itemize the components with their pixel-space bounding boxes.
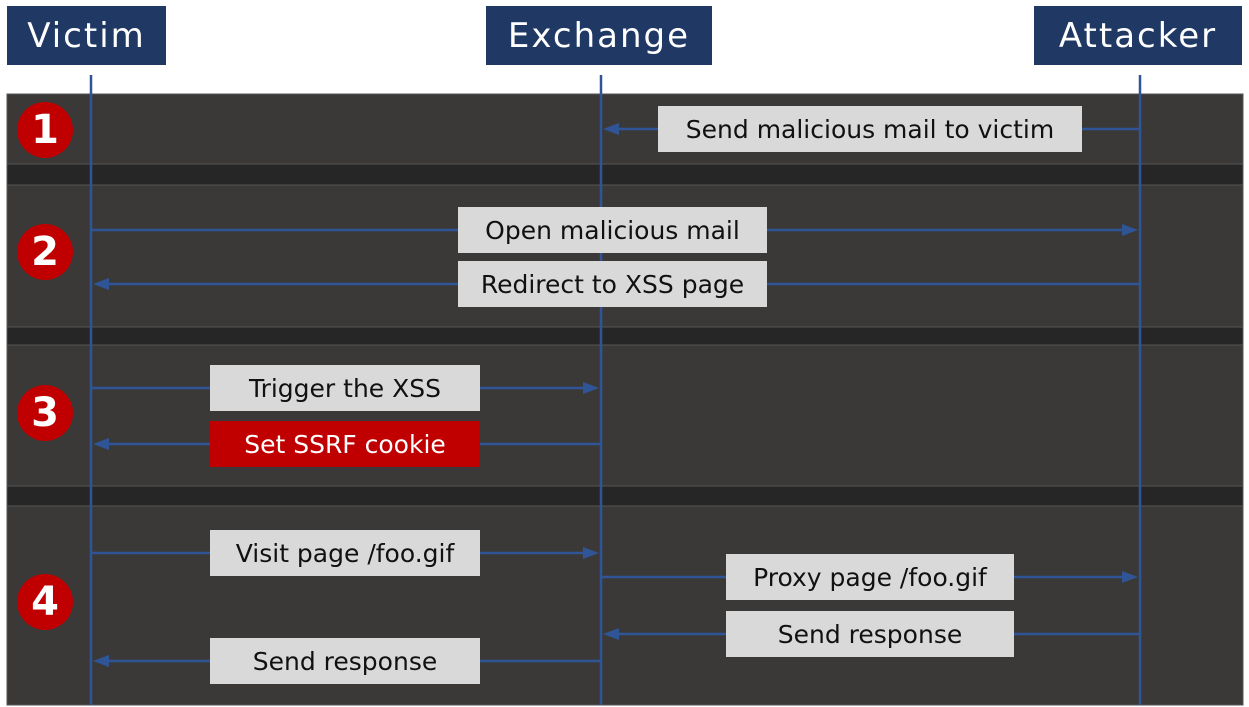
message-label: Visit page /foo.gif — [210, 530, 480, 576]
message-label: Open malicious mail — [458, 207, 767, 253]
message-label: Send malicious mail to victim — [658, 106, 1082, 152]
message-label: Redirect to XSS page — [458, 261, 767, 307]
step-separator — [6, 485, 1244, 507]
message-label: Send response — [210, 638, 480, 684]
participant-attacker: Attacker — [1034, 6, 1242, 65]
step-badge-3: 3 — [17, 385, 73, 441]
participant-victim: Victim — [7, 6, 166, 65]
step-badge-4: 4 — [17, 574, 73, 630]
step-badge-2: 2 — [17, 224, 73, 280]
step-panel-4 — [6, 505, 1244, 706]
message-label: Proxy page /foo.gif — [726, 554, 1014, 600]
step-separator — [6, 326, 1244, 346]
step-badge-1: 1 — [17, 102, 73, 158]
message-label: Trigger the XSS — [210, 365, 480, 411]
step-panel-3 — [6, 344, 1244, 487]
message-label: Set SSRF cookie — [210, 421, 480, 467]
message-label: Send response — [726, 611, 1014, 657]
participant-exchange: Exchange — [486, 6, 712, 65]
step-separator — [6, 163, 1244, 186]
